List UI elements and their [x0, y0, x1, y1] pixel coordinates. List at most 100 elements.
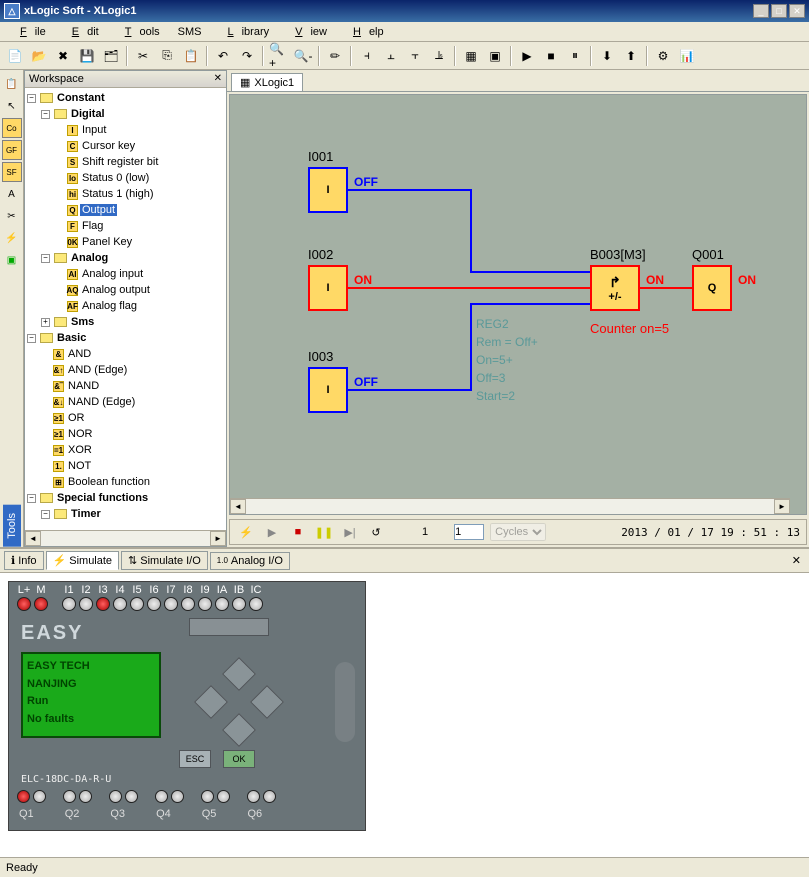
- tree-item-constant[interactable]: −Constant: [27, 90, 224, 106]
- expander-icon[interactable]: −: [27, 334, 36, 343]
- tree-item-panel-key[interactable]: 0KPanel Key: [27, 234, 224, 250]
- zoom-out-button[interactable]: 🔍-: [292, 45, 314, 67]
- plc-up-button[interactable]: [222, 657, 256, 691]
- workspace-close-icon[interactable]: ✕: [214, 73, 222, 85]
- menu-tools[interactable]: Tools: [109, 24, 168, 40]
- plc-input-led-I4[interactable]: [113, 597, 127, 611]
- clipboard-icon[interactable]: 📋: [2, 74, 22, 94]
- expander-icon[interactable]: +: [41, 318, 50, 327]
- plc-output-led[interactable]: [33, 790, 46, 803]
- plc-output-led[interactable]: [79, 790, 92, 803]
- plc-left-button[interactable]: [194, 685, 228, 719]
- text-tool-icon[interactable]: A: [2, 184, 22, 204]
- plc-input-led-I8[interactable]: [181, 597, 195, 611]
- redo-button[interactable]: ↷: [236, 45, 258, 67]
- minimize-button[interactable]: _: [753, 4, 769, 18]
- diagram-canvas[interactable]: I001 I OFF I002 I ON I003 I OFF B003[M3]…: [229, 94, 807, 515]
- tree-item-shift-register-bit[interactable]: SShift register bit: [27, 154, 224, 170]
- simulate-tool-icon[interactable]: ⚡: [2, 228, 22, 248]
- block-i003[interactable]: I: [308, 367, 348, 413]
- close-doc-button[interactable]: ✖: [52, 45, 74, 67]
- tools-tab[interactable]: Tools: [3, 505, 21, 547]
- basic-tool-icon[interactable]: GF: [2, 140, 22, 160]
- tree-item-analog[interactable]: −Analog: [27, 250, 224, 266]
- plc-input-led-IB[interactable]: [232, 597, 246, 611]
- plc-output-led[interactable]: [171, 790, 184, 803]
- stop-button[interactable]: ■: [540, 45, 562, 67]
- align-top-button[interactable]: ⫟: [404, 45, 426, 67]
- copy-button[interactable]: ⎘: [156, 45, 178, 67]
- plc-output-led[interactable]: [201, 790, 214, 803]
- download-button[interactable]: ⬇: [596, 45, 618, 67]
- sim-pause-icon[interactable]: ❚❚: [314, 523, 334, 541]
- tree-item-output[interactable]: QOutput: [27, 202, 224, 218]
- cut-wire-icon[interactable]: ✂: [2, 206, 22, 226]
- grid-button[interactable]: ▦: [460, 45, 482, 67]
- expander-icon[interactable]: −: [27, 94, 36, 103]
- plc-input-led-IC[interactable]: [249, 597, 263, 611]
- plc-output-led[interactable]: [17, 790, 30, 803]
- align-left-button[interactable]: ⫞: [356, 45, 378, 67]
- menu-file[interactable]: File: [4, 24, 54, 40]
- scroll-right-icon[interactable]: ►: [210, 531, 226, 546]
- tree-item-and[interactable]: &AND: [27, 346, 224, 362]
- maximize-button[interactable]: □: [771, 4, 787, 18]
- highlight-button[interactable]: ✏: [324, 45, 346, 67]
- tree-item-nand[interactable]: &‾NAND: [27, 378, 224, 394]
- tree-item-analog-output[interactable]: AQAnalog output: [27, 282, 224, 298]
- plc-input-led-I3[interactable]: [96, 597, 110, 611]
- cut-button[interactable]: ✂: [132, 45, 154, 67]
- expander-icon[interactable]: −: [41, 510, 50, 519]
- undo-button[interactable]: ↶: [212, 45, 234, 67]
- menu-view[interactable]: View: [279, 24, 335, 40]
- sim-play-icon[interactable]: ▶: [262, 523, 282, 541]
- pause-sim-button[interactable]: ⏸: [564, 45, 586, 67]
- plc-output-led[interactable]: [217, 790, 230, 803]
- plc-output-led[interactable]: [63, 790, 76, 803]
- block-b003[interactable]: ↱+/-: [590, 265, 640, 311]
- align-bottom-button[interactable]: ⫡: [428, 45, 450, 67]
- tree-item-not[interactable]: 1.NOT: [27, 458, 224, 474]
- plc-input-led-I6[interactable]: [147, 597, 161, 611]
- plc-output-led[interactable]: [247, 790, 260, 803]
- plc-output-led[interactable]: [125, 790, 138, 803]
- doc-tab-xlogic1[interactable]: ▦ XLogic1: [231, 73, 303, 91]
- sim-reset-icon[interactable]: ↺: [366, 523, 386, 541]
- new-button[interactable]: 📄: [4, 45, 26, 67]
- sim-stop-icon[interactable]: ■: [288, 523, 308, 541]
- tree-item-cursor-key[interactable]: CCursor key: [27, 138, 224, 154]
- tree-item-analog-input[interactable]: AIAnalog input: [27, 266, 224, 282]
- config-button[interactable]: ⚙: [652, 45, 674, 67]
- bottom-close-icon[interactable]: ✕: [788, 554, 805, 567]
- tree-item-status-1-high-[interactable]: hiStatus 1 (high): [27, 186, 224, 202]
- plc-input-led-I9[interactable]: [198, 597, 212, 611]
- open-button[interactable]: 📂: [28, 45, 50, 67]
- plc-output-led[interactable]: [155, 790, 168, 803]
- tree-item-xor[interactable]: =1XOR: [27, 442, 224, 458]
- close-button[interactable]: ✕: [789, 4, 805, 18]
- zoom-in-button[interactable]: 🔍+: [268, 45, 290, 67]
- constant-tool-icon[interactable]: Co: [2, 118, 22, 138]
- plc-output-led[interactable]: [263, 790, 276, 803]
- plc-down-button[interactable]: [222, 713, 256, 747]
- tree-item-analog-flag[interactable]: AFAnalog flag: [27, 298, 224, 314]
- block-i001[interactable]: I: [308, 167, 348, 213]
- tab-info[interactable]: ℹInfo: [4, 551, 44, 570]
- tree-item-digital[interactable]: −Digital: [27, 106, 224, 122]
- tree-item-nor[interactable]: ≥1NOR: [27, 426, 224, 442]
- plc-right-button[interactable]: [250, 685, 284, 719]
- expander-icon[interactable]: −: [41, 110, 50, 119]
- plc-ok-button[interactable]: OK: [223, 750, 255, 768]
- save-all-button[interactable]: 🗂: [100, 45, 122, 67]
- menu-help[interactable]: Help: [337, 24, 392, 40]
- plc-input-led-M[interactable]: [34, 597, 48, 611]
- tree-item-special-functions[interactable]: −Special functions: [27, 490, 224, 506]
- align-right-button[interactable]: ⫠: [380, 45, 402, 67]
- cycles-input[interactable]: [454, 524, 484, 540]
- block-q001[interactable]: Q: [692, 265, 732, 311]
- tab-analog-io[interactable]: 1.0Analog I/O: [210, 552, 290, 570]
- tree-item-flag[interactable]: FFlag: [27, 218, 224, 234]
- tree-item-nand-edge-[interactable]: &↓NAND (Edge): [27, 394, 224, 410]
- save-button[interactable]: 💾: [76, 45, 98, 67]
- cycles-select[interactable]: Cycles: [490, 523, 546, 541]
